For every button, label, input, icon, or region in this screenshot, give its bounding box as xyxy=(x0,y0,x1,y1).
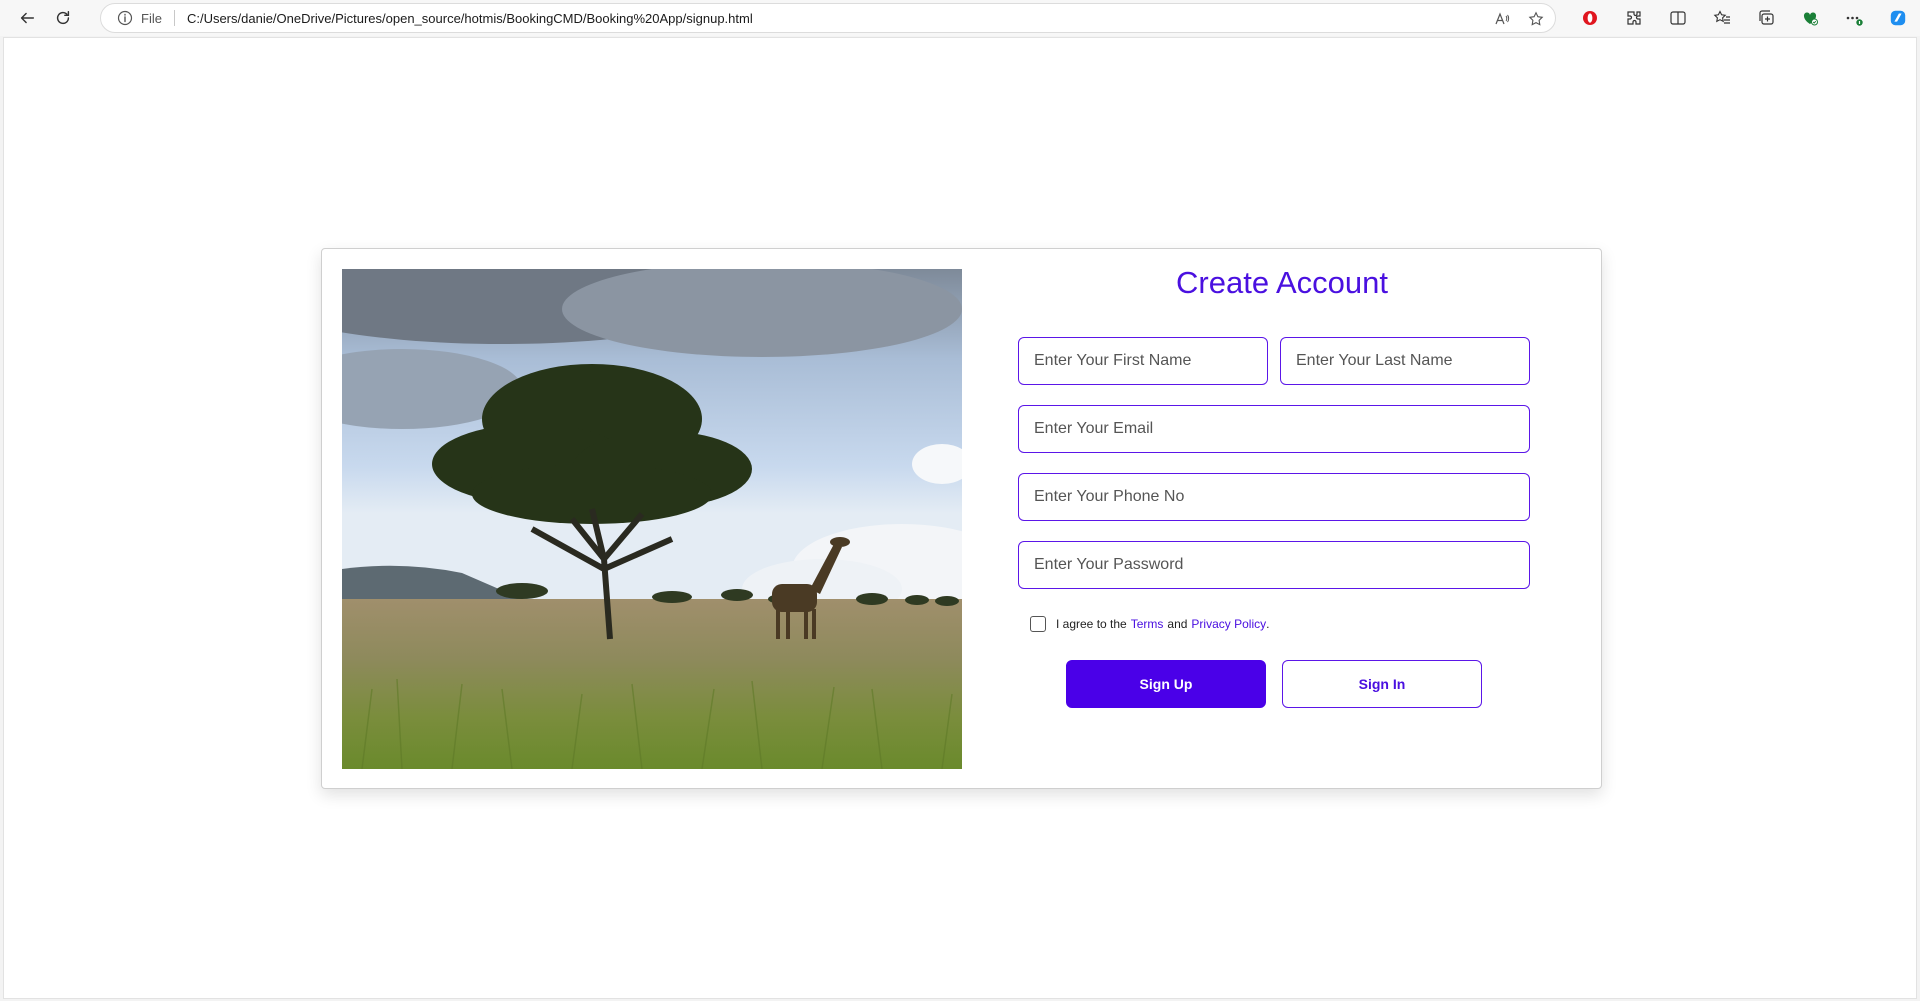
agree-and-text: and xyxy=(1167,617,1188,631)
opera-icon[interactable] xyxy=(1568,0,1612,36)
agree-prefix-text: I agree to the xyxy=(1056,617,1127,631)
refresh-icon xyxy=(56,10,70,25)
collections-icon[interactable] xyxy=(1744,0,1788,36)
refresh-button[interactable] xyxy=(45,0,81,36)
extensions-bar xyxy=(1568,0,1920,36)
terms-link[interactable]: Terms xyxy=(1131,617,1164,631)
info-icon[interactable] xyxy=(117,10,133,26)
savanna-giraffe-image xyxy=(342,269,962,769)
signup-card: Create Account I agree to the Terms and … xyxy=(321,248,1602,789)
extensions-icon[interactable] xyxy=(1612,0,1656,36)
back-button[interactable] xyxy=(9,0,45,36)
address-divider xyxy=(173,10,175,26)
browser-toolbar: File C:/Users/danie/OneDrive/Pictures/op… xyxy=(0,0,1920,36)
agree-suffix-text: . xyxy=(1266,617,1270,631)
address-bar[interactable]: File C:/Users/danie/OneDrive/Pictures/op… xyxy=(100,3,1556,33)
terms-checkbox[interactable] xyxy=(1030,616,1046,632)
favorites-icon[interactable] xyxy=(1700,0,1744,36)
read-aloud-icon[interactable] xyxy=(1491,8,1513,30)
sign-in-button[interactable]: Sign In xyxy=(1282,660,1482,708)
browser-essentials-icon[interactable] xyxy=(1788,0,1832,36)
first-name-input[interactable] xyxy=(1018,337,1268,385)
copilot-icon[interactable] xyxy=(1876,0,1920,36)
split-screen-icon[interactable] xyxy=(1656,0,1700,36)
more-icon[interactable] xyxy=(1832,0,1876,36)
password-input[interactable] xyxy=(1018,541,1530,589)
page-viewport: Create Account I agree to the Terms and … xyxy=(3,37,1917,999)
favorite-star-icon[interactable] xyxy=(1525,8,1547,30)
file-label: File xyxy=(141,10,162,26)
sign-up-button[interactable]: Sign Up xyxy=(1066,660,1266,708)
privacy-policy-link[interactable]: Privacy Policy xyxy=(1191,617,1266,631)
page-title: Create Account xyxy=(1176,265,1388,300)
phone-input[interactable] xyxy=(1018,473,1530,521)
last-name-input[interactable] xyxy=(1280,337,1530,385)
url-text[interactable]: C:/Users/danie/OneDrive/Pictures/open_so… xyxy=(187,11,753,26)
arrow-left-icon xyxy=(20,12,35,24)
email-input[interactable] xyxy=(1018,405,1530,453)
terms-agreement: I agree to the Terms and Privacy Policy … xyxy=(1030,616,1269,632)
